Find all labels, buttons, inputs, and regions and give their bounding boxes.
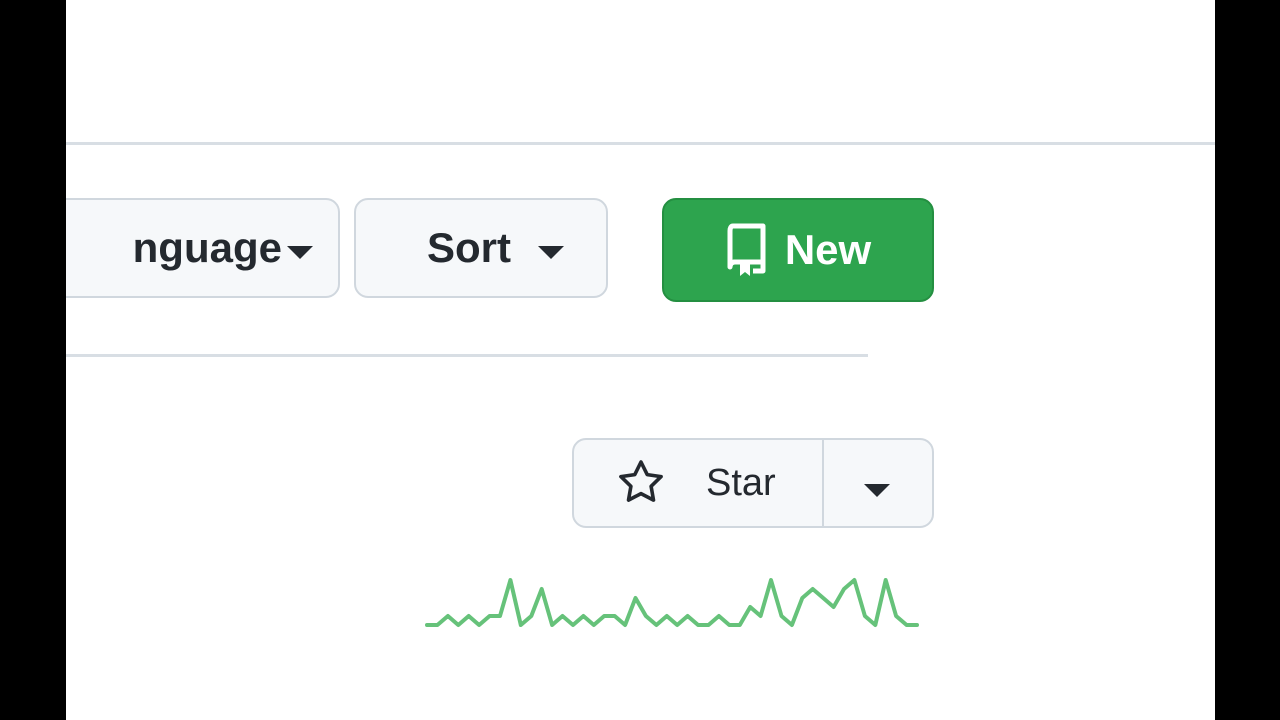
chevron-down-icon: [864, 484, 890, 497]
new-repository-button[interactable]: New: [662, 198, 934, 302]
section-divider: [66, 354, 868, 357]
repository-list-page: nguage Sort New Star: [66, 0, 1215, 720]
star-button-group: Star: [572, 438, 934, 528]
sort-label: Sort: [427, 224, 511, 271]
star-label: Star: [706, 461, 776, 504]
language-filter-button[interactable]: nguage: [66, 198, 340, 298]
activity-sparkline: [425, 578, 919, 627]
star-icon: [619, 460, 663, 502]
chevron-down-icon: [287, 246, 313, 259]
language-filter-label: nguage: [132, 224, 282, 271]
sparkline-path: [425, 578, 919, 627]
chevron-down-icon: [538, 246, 564, 259]
star-list-dropdown[interactable]: [824, 440, 932, 526]
top-divider: [66, 142, 1215, 145]
sort-button[interactable]: Sort: [354, 198, 608, 298]
star-button[interactable]: Star: [574, 440, 824, 526]
repo-icon: [727, 223, 766, 276]
new-button-label: New: [784, 226, 872, 273]
